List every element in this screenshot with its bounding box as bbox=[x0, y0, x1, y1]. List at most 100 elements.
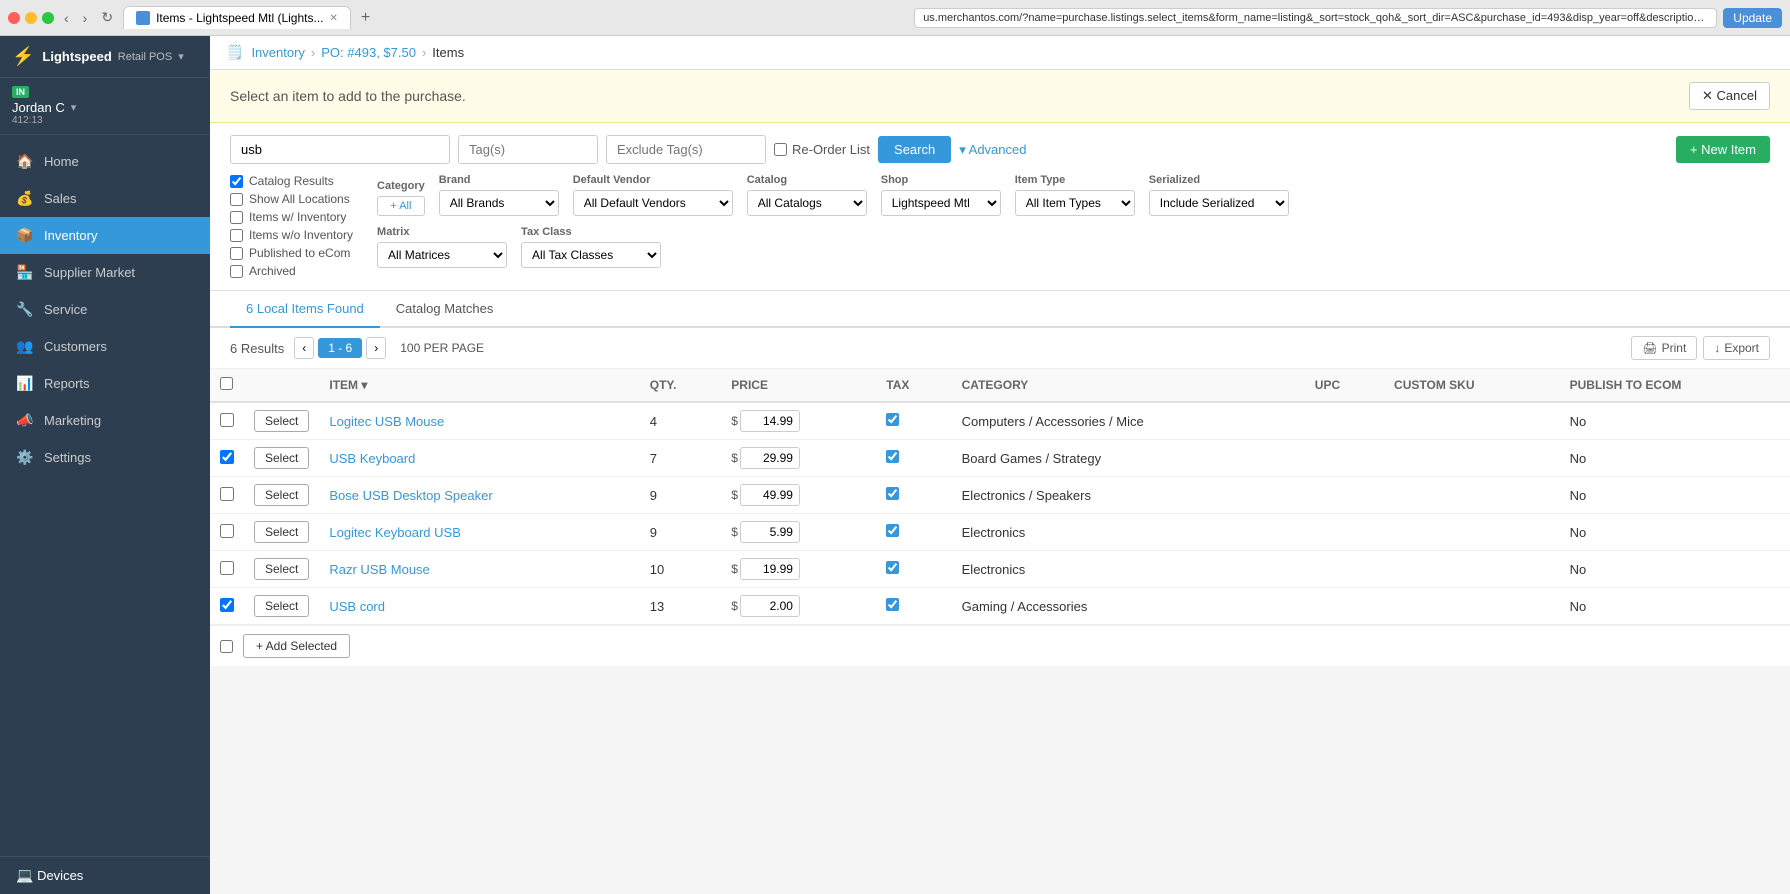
catalog-results-input[interactable] bbox=[230, 175, 243, 188]
address-bar[interactable]: us.merchantos.com/?name=purchase.listing… bbox=[914, 8, 1717, 28]
catalog-matches-tab[interactable]: Catalog Matches bbox=[380, 291, 510, 328]
row-checkbox-cell bbox=[210, 440, 244, 477]
row-tax-checkbox-1[interactable] bbox=[886, 450, 899, 463]
row-select-button-4[interactable]: Select bbox=[254, 558, 309, 580]
row-item-link-4[interactable]: Razr USB Mouse bbox=[329, 562, 429, 577]
row-select-button-3[interactable]: Select bbox=[254, 521, 309, 543]
sidebar-item-marketing[interactable]: 📣 Marketing bbox=[0, 402, 210, 439]
row-item-link-1[interactable]: USB Keyboard bbox=[329, 451, 415, 466]
row-item-link-2[interactable]: Bose USB Desktop Speaker bbox=[329, 488, 492, 503]
sidebar-item-customers[interactable]: 👥 Customers bbox=[0, 328, 210, 365]
reorder-checkbox[interactable] bbox=[774, 143, 787, 156]
main-content: 🗒️ Inventory › PO: #493, $7.50 › Items S… bbox=[210, 36, 1790, 894]
maximize-dot[interactable] bbox=[42, 12, 54, 24]
add-selected-button[interactable]: + Add Selected bbox=[243, 634, 350, 658]
sidebar-item-supplier-market[interactable]: 🏪 Supplier Market bbox=[0, 254, 210, 291]
advanced-button[interactable]: ▾ Advanced bbox=[959, 142, 1026, 158]
sidebar-footer[interactable]: 💻 Devices bbox=[0, 856, 210, 894]
tab-close-icon[interactable]: ✕ bbox=[329, 13, 337, 24]
catalog-results-checkbox[interactable]: Catalog Results bbox=[230, 174, 353, 188]
tax-class-select[interactable]: All Tax Classes bbox=[521, 242, 661, 268]
serialized-select[interactable]: Include Serialized bbox=[1149, 190, 1289, 216]
row-checkbox-1[interactable] bbox=[220, 450, 234, 464]
exclude-tags-input[interactable] bbox=[606, 135, 766, 164]
row-checkbox-4[interactable] bbox=[220, 561, 234, 575]
category-add-all-button[interactable]: + All bbox=[377, 196, 425, 216]
show-all-locations-input[interactable] bbox=[230, 193, 243, 206]
shop-select[interactable]: Lightspeed Mtl bbox=[881, 190, 1001, 216]
row-checkbox-5[interactable] bbox=[220, 598, 234, 612]
row-price-field-1[interactable] bbox=[740, 447, 800, 469]
row-select-button-1[interactable]: Select bbox=[254, 447, 309, 469]
row-price-field-4[interactable] bbox=[740, 558, 800, 580]
items-with-inventory-input[interactable] bbox=[230, 211, 243, 224]
new-item-button[interactable]: + New Item bbox=[1676, 136, 1770, 163]
close-dot[interactable] bbox=[8, 12, 20, 24]
row-price-field-5[interactable] bbox=[740, 595, 800, 617]
back-button[interactable]: ‹ bbox=[60, 8, 73, 28]
tags-input[interactable] bbox=[458, 135, 598, 164]
breadcrumb-po[interactable]: PO: #493, $7.50 bbox=[321, 45, 416, 60]
cancel-button[interactable]: ✕ Cancel bbox=[1689, 82, 1770, 110]
next-page-button[interactable]: › bbox=[366, 337, 386, 359]
row-price-field-0[interactable] bbox=[740, 410, 800, 432]
results-tabs: 6 Local Items Found Catalog Matches bbox=[210, 291, 1790, 328]
search-button[interactable]: Search bbox=[878, 136, 951, 163]
row-item-link-3[interactable]: Logitec Keyboard USB bbox=[329, 525, 461, 540]
th-select bbox=[244, 369, 319, 402]
item-type-select[interactable]: All Item Types bbox=[1015, 190, 1135, 216]
sidebar-item-home[interactable]: 🏠 Home bbox=[0, 143, 210, 180]
sidebar-item-sales[interactable]: 💰 Sales bbox=[0, 180, 210, 217]
row-tax-checkbox-3[interactable] bbox=[886, 524, 899, 537]
sidebar-item-inventory[interactable]: 📦 Inventory bbox=[0, 217, 210, 254]
select-all-checkbox[interactable] bbox=[220, 377, 233, 390]
catalog-select[interactable]: All Catalogs bbox=[747, 190, 867, 216]
content-area: Select an item to add to the purchase. ✕… bbox=[210, 70, 1790, 894]
new-tab-button[interactable]: + bbox=[355, 7, 376, 29]
row-checkbox-3[interactable] bbox=[220, 524, 234, 538]
search-input[interactable] bbox=[230, 135, 450, 164]
show-all-locations-checkbox[interactable]: Show All Locations bbox=[230, 192, 353, 206]
row-checkbox-0[interactable] bbox=[220, 413, 234, 427]
prev-page-button[interactable]: ‹ bbox=[294, 337, 314, 359]
row-select-cell: Select bbox=[244, 588, 319, 625]
minimize-dot[interactable] bbox=[25, 12, 37, 24]
row-tax-checkbox-0[interactable] bbox=[886, 413, 899, 426]
archived-checkbox[interactable]: Archived bbox=[230, 264, 353, 278]
tax-class-filter: Tax Class All Tax Classes bbox=[521, 226, 661, 268]
forward-button[interactable]: › bbox=[79, 8, 92, 28]
update-button[interactable]: Update bbox=[1723, 8, 1782, 28]
sidebar-item-reports[interactable]: 📊 Reports bbox=[0, 365, 210, 402]
row-checkbox-2[interactable] bbox=[220, 487, 234, 501]
brand-select[interactable]: All Brands bbox=[439, 190, 559, 216]
row-select-button-5[interactable]: Select bbox=[254, 595, 309, 617]
row-price-field-3[interactable] bbox=[740, 521, 800, 543]
sidebar-item-settings[interactable]: ⚙️ Settings bbox=[0, 439, 210, 476]
row-item-link-0[interactable]: Logitec USB Mouse bbox=[329, 414, 444, 429]
published-ecom-checkbox[interactable]: Published to eCom bbox=[230, 246, 353, 260]
row-tax-checkbox-2[interactable] bbox=[886, 487, 899, 500]
row-price-field-2[interactable] bbox=[740, 484, 800, 506]
export-button[interactable]: ↓ Export bbox=[1703, 336, 1770, 360]
breadcrumb-inventory[interactable]: Inventory bbox=[251, 45, 304, 60]
items-with-inventory-checkbox[interactable]: Items w/ Inventory bbox=[230, 210, 353, 224]
local-items-tab[interactable]: 6 Local Items Found bbox=[230, 291, 380, 328]
browser-chrome: ‹ › ↻ Items - Lightspeed Mtl (Lights... … bbox=[0, 0, 1790, 36]
items-without-inventory-input[interactable] bbox=[230, 229, 243, 242]
row-item-link-5[interactable]: USB cord bbox=[329, 599, 385, 614]
reorder-label[interactable]: Re-Order List bbox=[774, 142, 870, 157]
reload-button[interactable]: ↻ bbox=[97, 7, 117, 28]
sidebar-item-service[interactable]: 🔧 Service bbox=[0, 291, 210, 328]
published-ecom-input[interactable] bbox=[230, 247, 243, 260]
matrix-select[interactable]: All Matrices bbox=[377, 242, 507, 268]
archived-input[interactable] bbox=[230, 265, 243, 278]
browser-tab[interactable]: Items - Lightspeed Mtl (Lights... ✕ bbox=[123, 6, 351, 29]
row-select-button-0[interactable]: Select bbox=[254, 410, 309, 432]
items-without-inventory-checkbox[interactable]: Items w/o Inventory bbox=[230, 228, 353, 242]
add-selected-checkbox[interactable] bbox=[220, 640, 233, 653]
row-tax-checkbox-5[interactable] bbox=[886, 598, 899, 611]
row-select-button-2[interactable]: Select bbox=[254, 484, 309, 506]
print-button[interactable]: 🖨 Print bbox=[1631, 336, 1697, 360]
row-tax-checkbox-4[interactable] bbox=[886, 561, 899, 574]
vendor-select[interactable]: All Default Vendors bbox=[573, 190, 733, 216]
